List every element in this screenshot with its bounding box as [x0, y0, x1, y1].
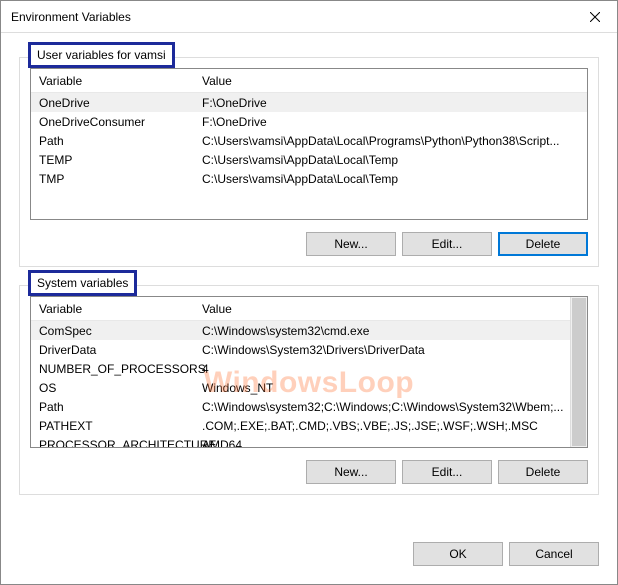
user-delete-button[interactable]: Delete: [498, 232, 588, 256]
system-new-button[interactable]: New...: [306, 460, 396, 484]
variable-name: PROCESSOR_ARCHITECTURE: [31, 438, 196, 448]
user-variables-group: User variables for vamsi Variable Value …: [19, 57, 599, 267]
dialog-footer: OK Cancel: [1, 530, 617, 584]
variable-value: Windows_NT: [196, 381, 570, 395]
variable-name: OneDrive: [31, 96, 196, 110]
variable-value: C:\Windows\system32\cmd.exe: [196, 324, 570, 338]
table-row[interactable]: OneDriveConsumerF:\OneDrive: [31, 112, 587, 131]
variable-name: Path: [31, 134, 196, 148]
variable-value: C:\Users\vamsi\AppData\Local\Temp: [196, 172, 587, 186]
variable-value: F:\OneDrive: [196, 96, 587, 110]
table-row[interactable]: OSWindows_NT: [31, 378, 570, 397]
dialog-body: User variables for vamsi Variable Value …: [1, 33, 617, 530]
system-buttons-row: New... Edit... Delete: [30, 460, 588, 484]
variable-name: PATHEXT: [31, 419, 196, 433]
variable-value: C:\Users\vamsi\AppData\Local\Programs\Py…: [196, 134, 587, 148]
column-header-variable[interactable]: Variable: [31, 302, 196, 316]
variable-name: TMP: [31, 172, 196, 186]
variable-name: OneDriveConsumer: [31, 115, 196, 129]
variable-name: DriverData: [31, 343, 196, 357]
system-variables-list[interactable]: Variable Value ComSpecC:\Windows\system3…: [30, 296, 588, 448]
variable-value: F:\OneDrive: [196, 115, 587, 129]
list-header: Variable Value: [31, 69, 587, 93]
close-icon: [590, 12, 600, 22]
scrollbar-thumb[interactable]: [572, 298, 586, 446]
variable-name: OS: [31, 381, 196, 395]
variable-value: C:\Windows\system32;C:\Windows;C:\Window…: [196, 400, 570, 414]
variable-name: TEMP: [31, 153, 196, 167]
variable-value: AMD64: [196, 438, 570, 448]
table-row[interactable]: NUMBER_OF_PROCESSORS4: [31, 359, 570, 378]
column-header-value[interactable]: Value: [196, 74, 587, 88]
variable-value: C:\Windows\System32\Drivers\DriverData: [196, 343, 570, 357]
system-delete-button[interactable]: Delete: [498, 460, 588, 484]
system-variables-legend: System variables: [28, 270, 137, 296]
ok-button[interactable]: OK: [413, 542, 503, 566]
user-variables-legend: User variables for vamsi: [28, 42, 175, 68]
window-title: Environment Variables: [11, 10, 572, 24]
table-row[interactable]: TMPC:\Users\vamsi\AppData\Local\Temp: [31, 169, 587, 188]
environment-variables-dialog: Environment Variables User variables for…: [0, 0, 618, 585]
column-header-variable[interactable]: Variable: [31, 74, 196, 88]
table-row[interactable]: ComSpecC:\Windows\system32\cmd.exe: [31, 321, 570, 340]
user-edit-button[interactable]: Edit...: [402, 232, 492, 256]
variable-name: ComSpec: [31, 324, 196, 338]
user-new-button[interactable]: New...: [306, 232, 396, 256]
variable-name: Path: [31, 400, 196, 414]
variable-name: NUMBER_OF_PROCESSORS: [31, 362, 196, 376]
table-row[interactable]: DriverDataC:\Windows\System32\Drivers\Dr…: [31, 340, 570, 359]
table-row[interactable]: OneDriveF:\OneDrive: [31, 93, 587, 112]
scrollbar[interactable]: [570, 297, 587, 447]
system-edit-button[interactable]: Edit...: [402, 460, 492, 484]
table-row[interactable]: TEMPC:\Users\vamsi\AppData\Local\Temp: [31, 150, 587, 169]
system-variables-group: System variables Variable Value ComSpecC…: [19, 285, 599, 495]
column-header-value[interactable]: Value: [196, 302, 570, 316]
close-button[interactable]: [572, 1, 617, 33]
table-row[interactable]: PATHEXT.COM;.EXE;.BAT;.CMD;.VBS;.VBE;.JS…: [31, 416, 570, 435]
titlebar: Environment Variables: [1, 1, 617, 33]
list-header: Variable Value: [31, 297, 570, 321]
user-buttons-row: New... Edit... Delete: [30, 232, 588, 256]
table-row[interactable]: PathC:\Users\vamsi\AppData\Local\Program…: [31, 131, 587, 150]
variable-value: .COM;.EXE;.BAT;.CMD;.VBS;.VBE;.JS;.JSE;.…: [196, 419, 570, 433]
table-row[interactable]: PathC:\Windows\system32;C:\Windows;C:\Wi…: [31, 397, 570, 416]
cancel-button[interactable]: Cancel: [509, 542, 599, 566]
variable-value: 4: [196, 362, 570, 376]
variable-value: C:\Users\vamsi\AppData\Local\Temp: [196, 153, 587, 167]
user-variables-list[interactable]: Variable Value OneDriveF:\OneDriveOneDri…: [30, 68, 588, 220]
table-row[interactable]: PROCESSOR_ARCHITECTUREAMD64: [31, 435, 570, 447]
